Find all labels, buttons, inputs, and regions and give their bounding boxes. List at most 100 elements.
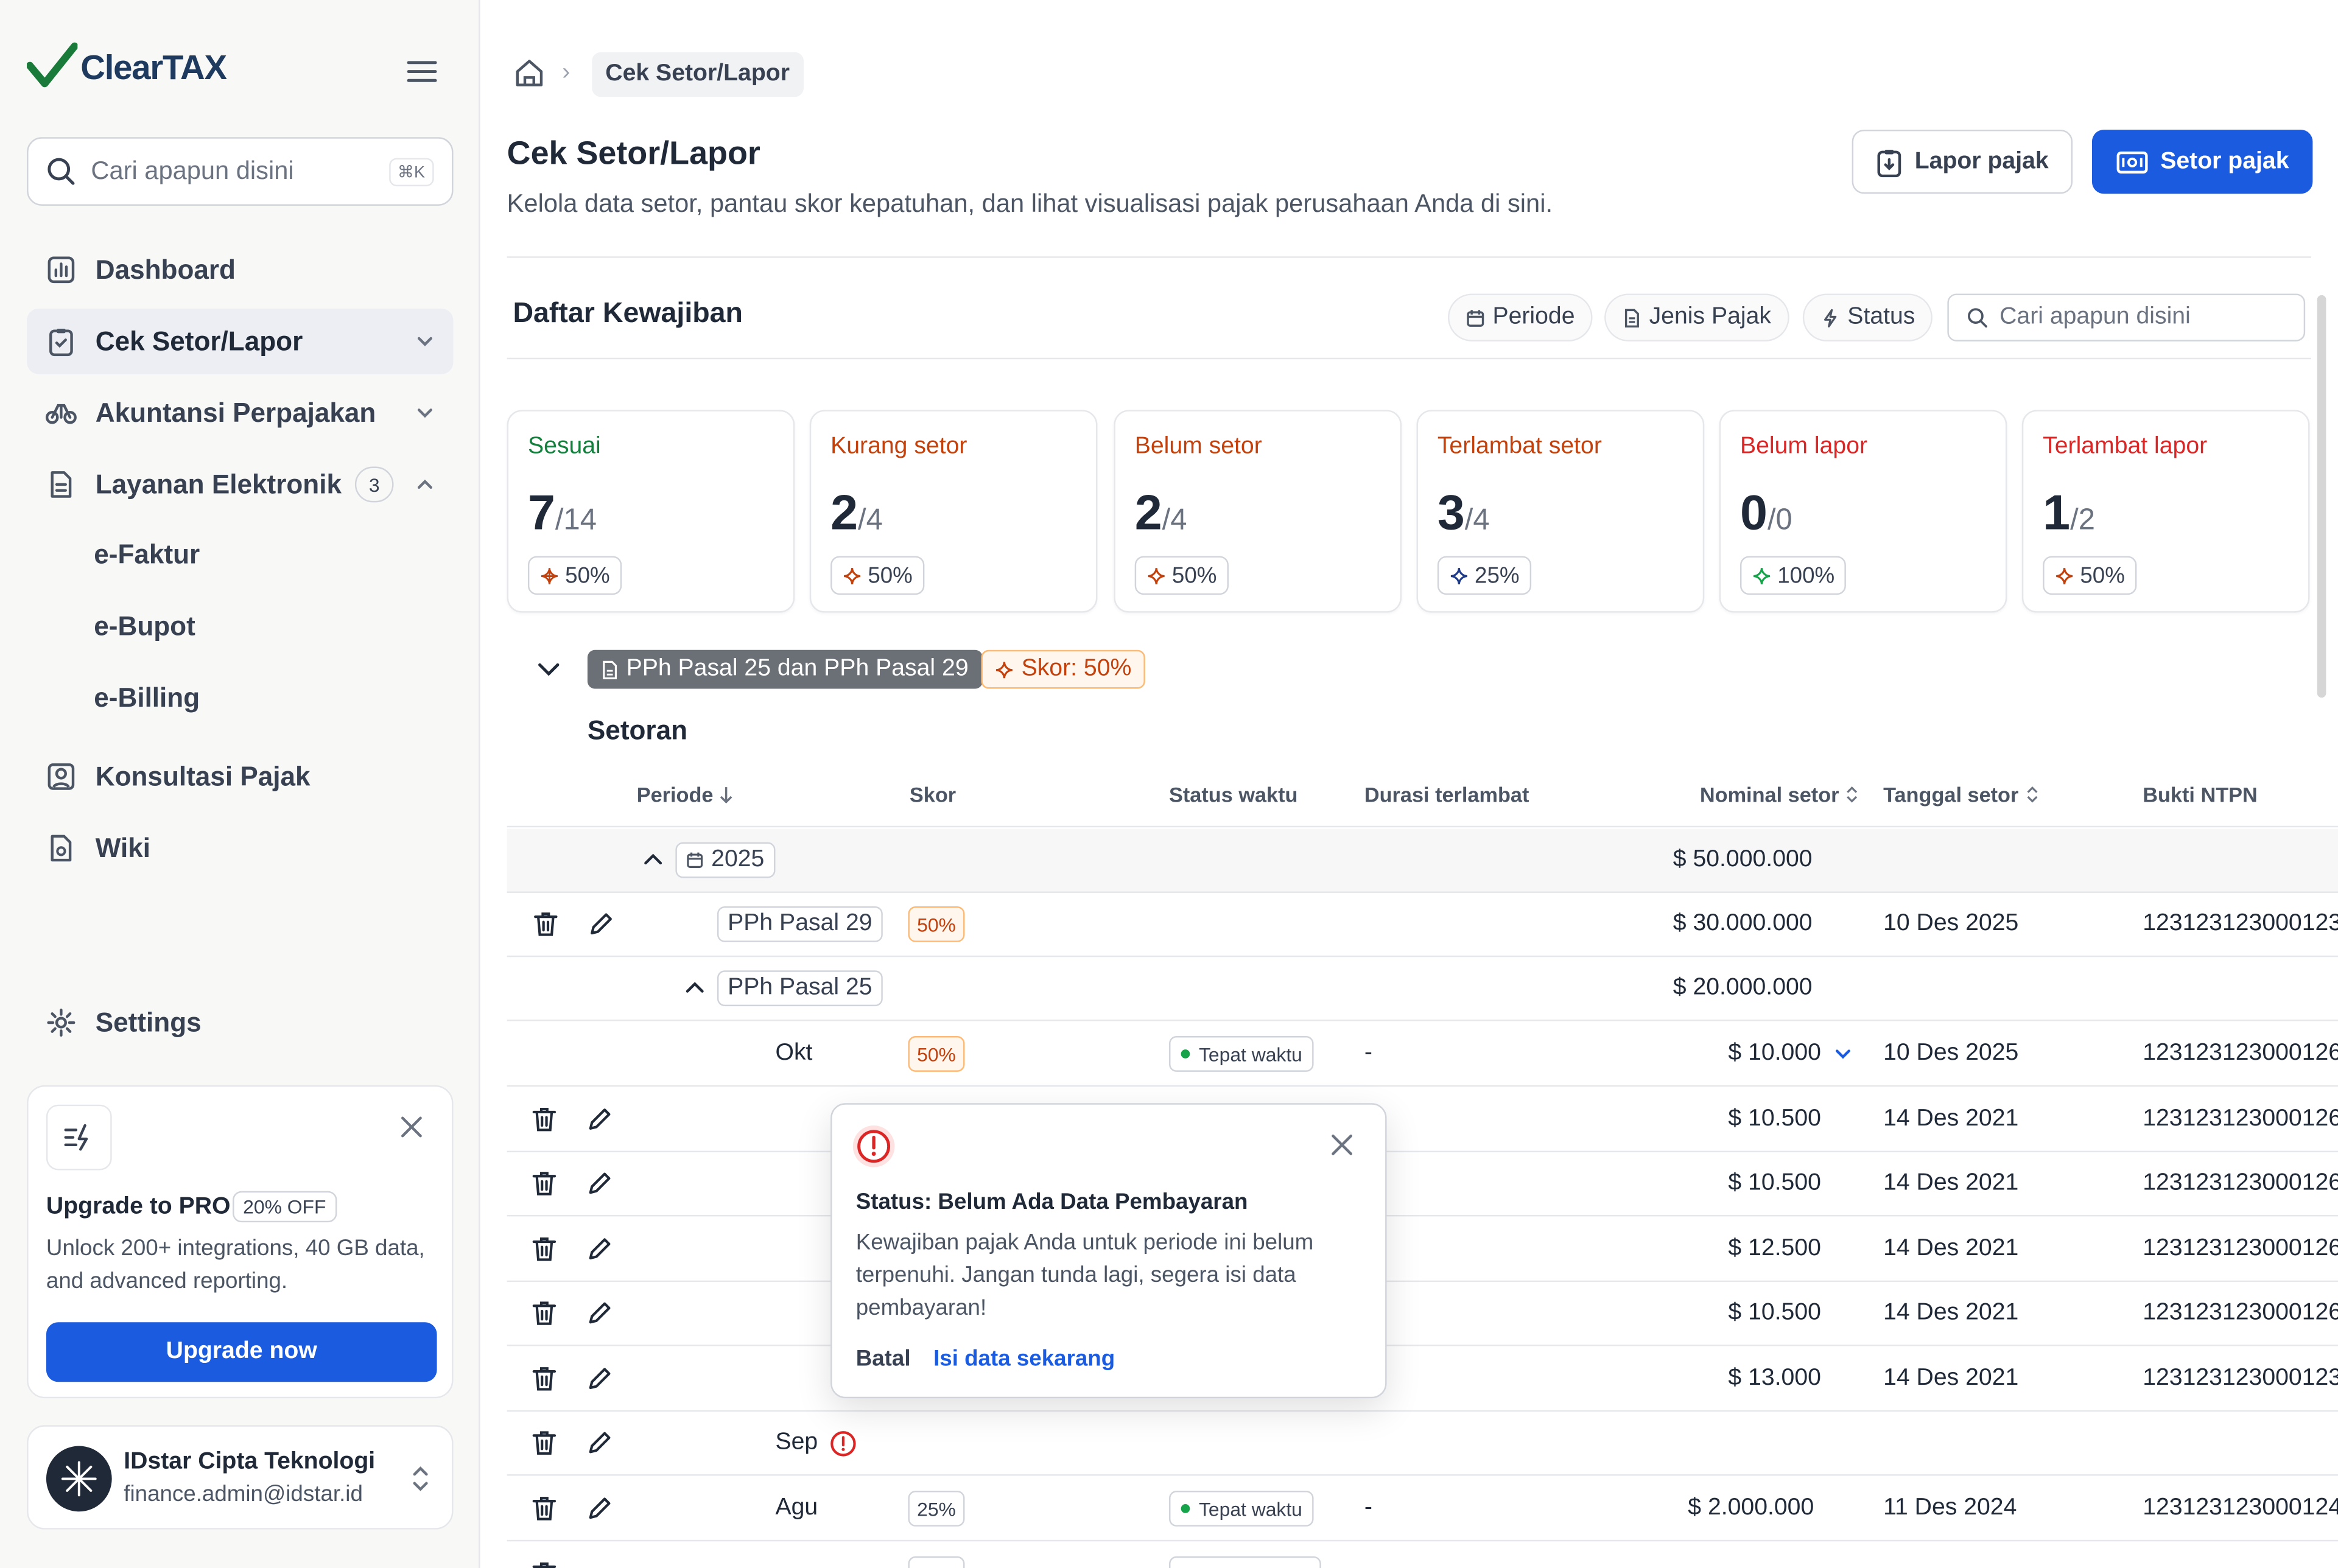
summary-card-belum-lapor[interactable]: Belum lapor 0/0 100% <box>1719 410 2007 613</box>
sidebar-item-dashboard[interactable]: Dashboard <box>27 237 453 303</box>
column-header-durasi-terlambat[interactable]: Durasi terlambat <box>1364 783 1529 807</box>
cleartax-logo[interactable]: ClearTAX <box>27 42 227 93</box>
pencil-icon[interactable] <box>584 1428 614 1458</box>
durasi-cell: - <box>1364 1040 1372 1066</box>
column-header-tanggal-setor[interactable]: Tanggal setor <box>1883 783 2040 807</box>
tanggal-cell: 14 Des 2021 <box>1883 1236 2019 1261</box>
card-label: Kurang setor <box>830 433 967 460</box>
card-percentage: 100% <box>1739 556 1847 595</box>
sidebar-item-wiki[interactable]: Wiki <box>27 816 453 881</box>
pencil-icon[interactable] <box>584 1169 614 1199</box>
nominal-cell: $ 12.500 <box>1728 1236 1821 1261</box>
summary-card-sesuai[interactable]: Sesuai 7/14 50% <box>507 410 795 613</box>
batal-button[interactable]: Batal <box>856 1346 911 1371</box>
column-header-status-waktu[interactable]: Status waktu <box>1169 783 1297 807</box>
card-value: 7/14 <box>527 484 597 540</box>
lightning-icon <box>1824 308 1837 327</box>
trash-icon[interactable] <box>529 1298 559 1328</box>
column-header-skor[interactable]: Skor <box>910 783 956 807</box>
document-icon <box>1624 308 1639 327</box>
pencil-icon[interactable] <box>586 909 616 939</box>
calendar-icon <box>687 852 703 868</box>
sidebar-search-input[interactable]: Cari apapun disini ⌘K <box>27 137 454 206</box>
pencil-icon[interactable] <box>584 1298 614 1328</box>
filter-periode[interactable]: Periode <box>1447 293 1593 341</box>
filter-status[interactable]: Status <box>1802 293 1933 341</box>
pencil-icon[interactable] <box>584 1105 614 1135</box>
divider <box>507 256 2311 258</box>
sidebar-subitem-e-bupot[interactable]: e-Bupot <box>94 611 195 642</box>
upgrade-now-button[interactable]: Upgrade now <box>46 1322 437 1382</box>
score-tag: Skor: 50% <box>981 649 1145 689</box>
button-label: Lapor pajak <box>1914 148 2049 174</box>
trash-icon[interactable] <box>529 1169 559 1199</box>
home-icon[interactable] <box>513 57 546 89</box>
pencil-icon[interactable] <box>584 1364 614 1394</box>
sidebar-item-layanan-elektronik[interactable]: Layanan Elektronik 3 <box>27 452 453 517</box>
chevron-down-icon[interactable] <box>535 656 562 683</box>
trash-icon[interactable] <box>529 1105 559 1135</box>
chevron-down-icon[interactable] <box>415 402 435 423</box>
trash-icon[interactable] <box>529 1364 559 1394</box>
sparkle-icon <box>2056 567 2073 584</box>
promo-title: Upgrade to PRO <box>46 1194 231 1220</box>
close-icon[interactable] <box>398 1113 425 1140</box>
sidebar-subitem-e-billing[interactable]: e-Billing <box>94 683 200 714</box>
trash-icon[interactable] <box>529 1494 559 1524</box>
hamburger-menu-icon[interactable] <box>405 57 438 86</box>
tanggal-cell: 11 Des 2024 <box>1883 1495 2017 1521</box>
scrollbar[interactable] <box>2317 295 2326 698</box>
card-label: Belum lapor <box>1739 433 1868 460</box>
table-row: $ 13.000 14 Des 2021 123123123000123 <box>507 1348 2338 1412</box>
sidebar-item-label: Cek Setor/Lapor <box>95 326 303 356</box>
table-search-input[interactable]: Cari apapun disini <box>1947 293 2306 341</box>
chevron-up-icon[interactable] <box>640 847 667 873</box>
upgrade-promo-card: Upgrade to PRO 20% OFF Unlock 200+ integ… <box>27 1085 454 1399</box>
isi-data-sekarang-button[interactable]: Isi data sekarang <box>933 1346 1115 1371</box>
trash-icon[interactable] <box>529 1234 559 1264</box>
status-badge <box>1169 1556 1321 1568</box>
summary-card-terlambat-setor[interactable]: Terlambat setor 3/4 25% <box>1416 410 1705 613</box>
sidebar-item-konsultasi-pajak[interactable]: Konsultasi Pajak <box>27 744 453 810</box>
tanggal-cell: 14 Des 2021 <box>1883 1300 2019 1326</box>
chevron-up-icon[interactable] <box>681 975 708 1002</box>
trash-icon[interactable] <box>531 909 561 939</box>
chevron-down-icon[interactable] <box>1833 1043 1853 1064</box>
table-row: Agu 25% Tepat waktu - $ 2.000.000 11 Des… <box>507 1477 2338 1542</box>
sidebar-item-settings[interactable]: Settings <box>27 990 453 1055</box>
chevron-up-down-icon[interactable] <box>410 1462 430 1495</box>
filter-jenis-pajak[interactable]: Jenis Pajak <box>1604 293 1789 341</box>
trash-icon[interactable] <box>529 1428 559 1458</box>
status-dot <box>1181 1504 1190 1513</box>
tax-group-tag: PPh Pasal 25 dan PPh Pasal 29 <box>587 649 982 689</box>
pencil-icon[interactable] <box>584 1234 614 1264</box>
summary-card-terlambat-lapor[interactable]: Terlambat lapor 1/2 50% <box>2021 410 2310 613</box>
trash-icon[interactable] <box>529 1559 559 1568</box>
column-header-nominal-setor[interactable]: Nominal setor <box>1700 783 1860 807</box>
table-row: $ 10.500 14 Des 2021 123123123000126 <box>507 1282 2338 1346</box>
sort-icon <box>1847 786 1858 803</box>
pencil-icon[interactable] <box>584 1494 614 1524</box>
chevron-down-icon[interactable] <box>415 331 435 352</box>
status-dot <box>1181 1049 1190 1059</box>
lapor-pajak-button[interactable]: Lapor pajak <box>1852 130 2073 194</box>
breadcrumb-current[interactable]: Cek Setor/Lapor <box>592 52 804 97</box>
setor-pajak-button[interactable]: Setor pajak <box>2091 130 2313 194</box>
summary-card-belum-setor[interactable]: Belum setor 2/4 50% <box>1114 410 1402 613</box>
promo-icon <box>46 1104 112 1171</box>
sidebar-item-akuntansi-perpajakan[interactable]: Akuntansi Perpajakan <box>27 380 453 446</box>
alert-circle-icon[interactable] <box>829 1430 858 1458</box>
table-row: $ 10.500 14 Des 2021 123123123000126 <box>507 1152 2338 1217</box>
page-description: Kelola data setor, pantau skor kepatuhan… <box>507 189 1553 218</box>
column-header-bukti-ntpn[interactable]: Bukti NTPN <box>2143 783 2258 807</box>
status-badge: Tepat waktu <box>1169 1036 1315 1072</box>
chevron-up-icon[interactable] <box>415 474 435 495</box>
ntpn-cell: 123123123000123 <box>2143 1365 2338 1391</box>
account-switcher[interactable]: IDstar Cipta Teknologi finance.admin@ids… <box>27 1425 454 1530</box>
sidebar-subitem-e-faktur[interactable]: e-Faktur <box>94 540 200 571</box>
summary-card-kurang-setor[interactable]: Kurang setor 2/4 50% <box>809 410 1098 613</box>
sidebar-item-label: Dashboard <box>95 254 236 284</box>
column-header-periode[interactable]: Periode <box>637 783 734 807</box>
sidebar-item-cek-setor-lapor[interactable]: Cek Setor/Lapor <box>27 308 454 374</box>
close-icon[interactable] <box>1329 1132 1355 1158</box>
